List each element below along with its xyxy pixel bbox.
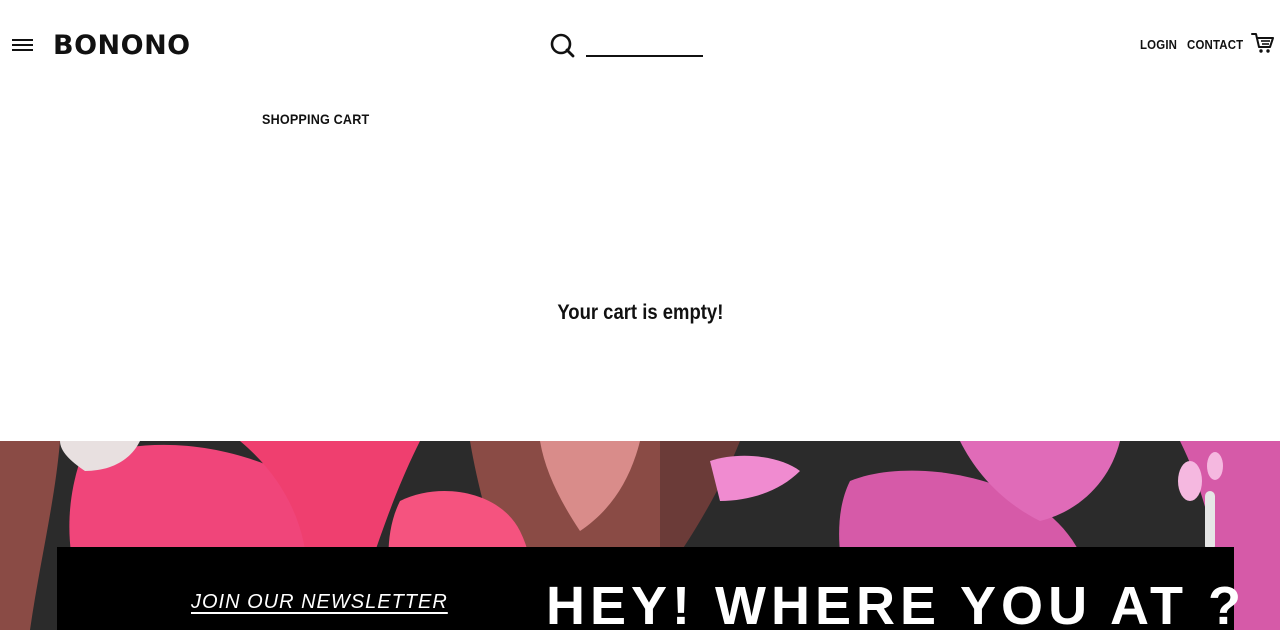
shopping-cart-icon[interactable]	[1251, 32, 1275, 54]
login-link[interactable]: LOGIN	[1140, 37, 1177, 52]
hamburger-menu-icon[interactable]	[12, 37, 34, 54]
page-title: SHOPPING CART	[262, 111, 370, 127]
empty-cart-message: Your cart is empty!	[556, 301, 724, 324]
newsletter-box: JOIN OUR NEWSLETTER HEY! WHERE YOU AT ?	[57, 547, 1241, 630]
contact-link[interactable]: CONTACT	[1187, 37, 1243, 52]
banner-headline: HEY! WHERE YOU AT ?	[546, 576, 1247, 630]
search-icon[interactable]	[549, 33, 575, 59]
site-header: BONONO LOGIN CONTACT	[0, 0, 1280, 90]
search-input[interactable]	[586, 36, 703, 57]
join-newsletter-link[interactable]: JOIN OUR NEWSLETTER	[191, 591, 448, 614]
site-logo[interactable]: BONONO	[53, 30, 191, 62]
newsletter-banner: JOIN OUR NEWSLETTER HEY! WHERE YOU AT ?	[0, 441, 1280, 630]
